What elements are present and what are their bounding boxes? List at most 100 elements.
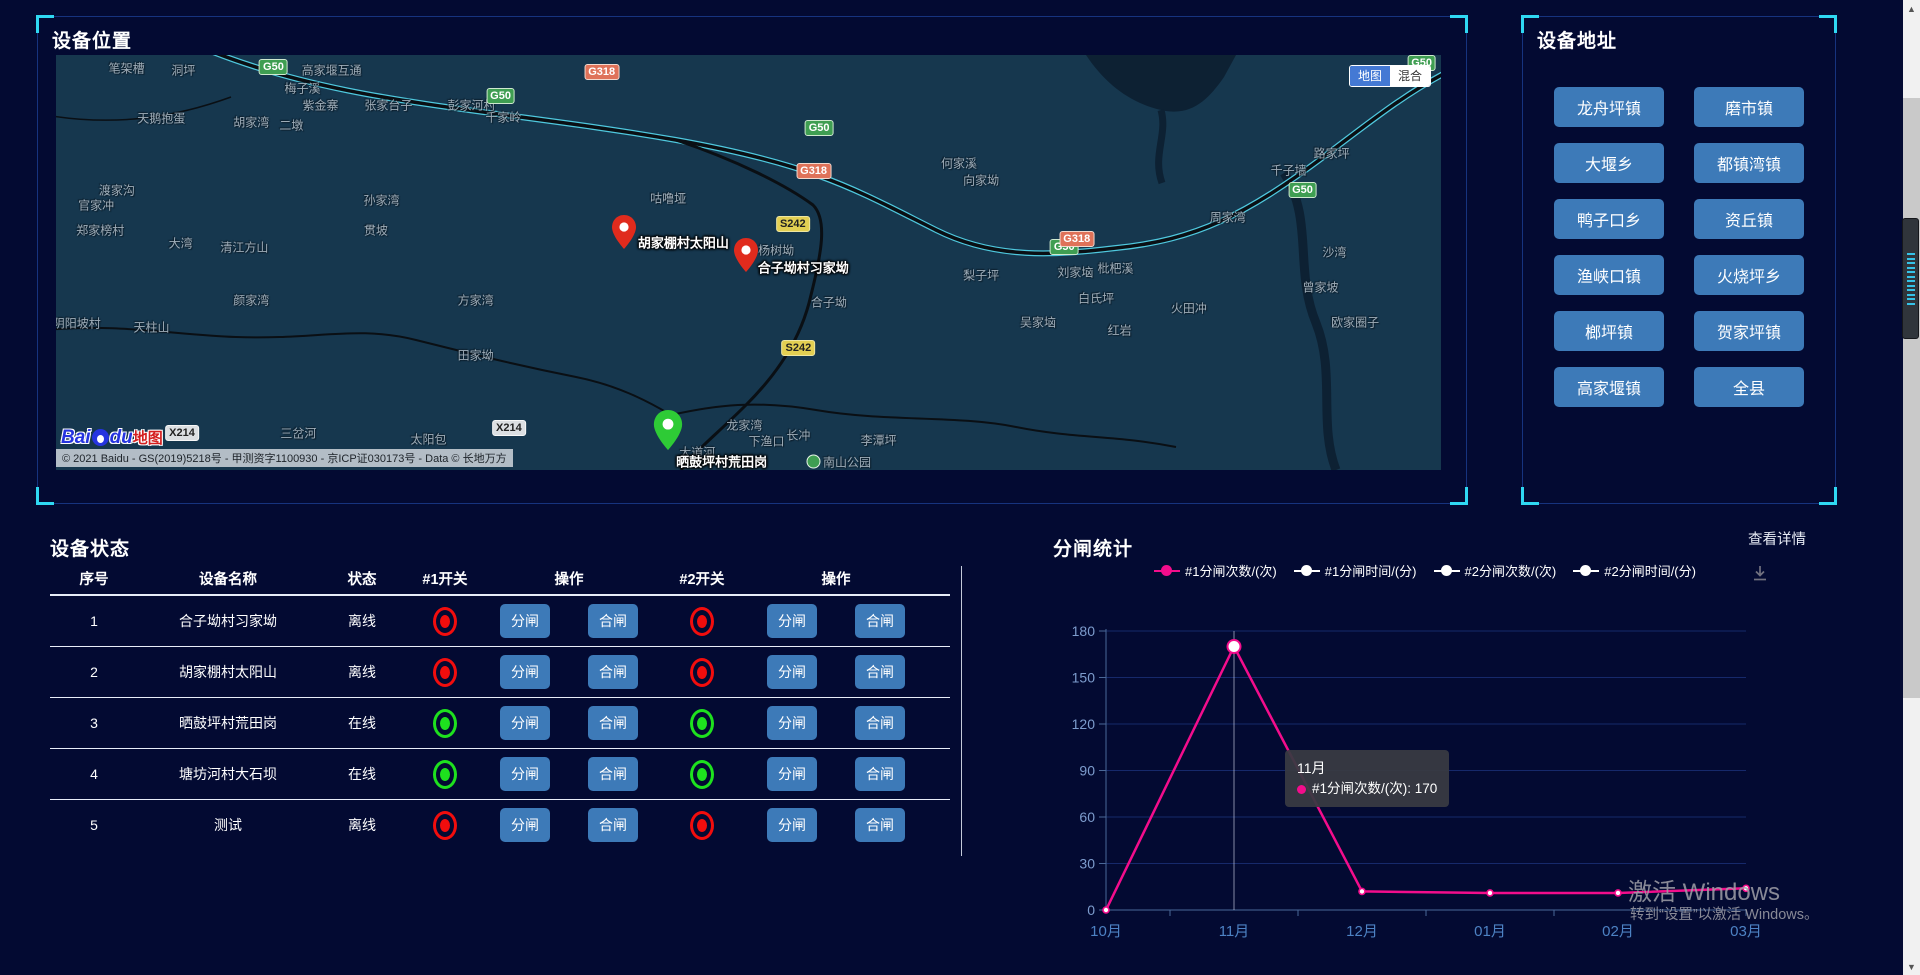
svg-text:180: 180: [1072, 623, 1095, 639]
close-switch-button[interactable]: 合闸: [855, 655, 905, 689]
map-type-hybrid[interactable]: 混合: [1390, 66, 1430, 86]
open-switch-button[interactable]: 分闸: [500, 706, 550, 740]
corner-decoration: [36, 487, 54, 505]
close-switch-button[interactable]: 合闸: [588, 655, 638, 689]
close-switch-button[interactable]: 合闸: [588, 757, 638, 791]
scrollbar-down-arrow[interactable]: ▼: [1903, 958, 1920, 975]
legend-label: #2分闸次数/(次): [1465, 561, 1557, 580]
map-place-label: 洞坪: [171, 61, 195, 78]
open-switch-button[interactable]: 分闸: [767, 808, 817, 842]
scrollbar-widget[interactable]: [1902, 218, 1919, 339]
map-place-label: 笔架槽: [109, 59, 145, 76]
map-place-label: 路家坪: [1314, 144, 1350, 161]
address-button-贺家坪镇[interactable]: 贺家坪镇: [1694, 311, 1804, 351]
open-switch-button[interactable]: 分闸: [767, 655, 817, 689]
close-switch-button[interactable]: 合闸: [588, 706, 638, 740]
address-button-火烧坪乡[interactable]: 火烧坪乡: [1694, 255, 1804, 295]
operation-cell: 分闸 合闸: [750, 808, 922, 842]
legend-item[interactable]: #1分闸次数/(次): [1154, 561, 1277, 580]
device-name: 晒鼓坪村荒田岗: [138, 713, 318, 733]
close-switch-button[interactable]: 合闸: [588, 604, 638, 638]
open-switch-button[interactable]: 分闸: [767, 706, 817, 740]
close-switch-button[interactable]: 合闸: [855, 757, 905, 791]
address-button-渔峡口镇[interactable]: 渔峡口镇: [1554, 255, 1664, 295]
map-type-toggle[interactable]: 地图 混合: [1349, 65, 1431, 87]
map-pin-晒鼓坪村荒田岗[interactable]: [653, 410, 684, 455]
map-place-label: 紫金寨: [303, 96, 339, 113]
device-name: 胡家棚村太阳山: [138, 662, 318, 682]
address-button-磨市镇[interactable]: 磨市镇: [1694, 87, 1804, 127]
close-switch-button[interactable]: 合闸: [855, 706, 905, 740]
device-name: 合子坳村习家坳: [138, 611, 318, 631]
switch-indicator-red: [690, 658, 714, 687]
close-switch-button[interactable]: 合闸: [855, 604, 905, 638]
device-status: 在线: [318, 764, 406, 784]
corner-decoration: [1819, 487, 1837, 505]
svg-text:01月: 01月: [1474, 923, 1506, 940]
open-switch-button[interactable]: 分闸: [767, 604, 817, 638]
legend-label: #2分闸时间/(分): [1604, 561, 1696, 580]
baidu-paw-icon: [92, 429, 109, 446]
svg-text:03月: 03月: [1730, 923, 1762, 940]
switch-indicator-green: [433, 709, 457, 738]
operation-cell: 分闸 合闸: [750, 706, 922, 740]
close-switch-button[interactable]: 合闸: [855, 808, 905, 842]
map-place-label: 方家湾: [458, 291, 494, 308]
address-button-龙舟坪镇[interactable]: 龙舟坪镇: [1554, 87, 1664, 127]
legend-label: #1分闸时间/(分): [1325, 561, 1417, 580]
address-button-都镇湾镇[interactable]: 都镇湾镇: [1694, 143, 1804, 183]
switch-indicator-red: [433, 811, 457, 840]
map-place-label: 阴阳坡村: [56, 315, 101, 332]
open-switch-button[interactable]: 分闸: [767, 757, 817, 791]
map-type-map[interactable]: 地图: [1350, 66, 1390, 86]
map-place-label: 欧家圈子: [1331, 313, 1379, 330]
map-place-label: 颜家湾: [233, 291, 269, 308]
scrollbar-thumb[interactable]: [1903, 98, 1920, 698]
legend-marker-icon: [1294, 565, 1320, 576]
map-place-label: 梅子溪: [285, 80, 321, 97]
map-place-label: 天柱山: [134, 318, 170, 335]
address-button-大堰乡[interactable]: 大堰乡: [1554, 143, 1664, 183]
open-switch-button[interactable]: 分闸: [500, 604, 550, 638]
view-details-link[interactable]: 查看详情: [1748, 528, 1806, 549]
map-pin-合子坳村习家坳[interactable]: [733, 238, 759, 277]
map-place-label: 火田冲: [1171, 300, 1207, 317]
map-place-label: 杨树坳: [758, 242, 794, 259]
map-place-label: 太阳包: [411, 430, 447, 447]
svg-text:120: 120: [1072, 716, 1095, 732]
switch-indicator-red: [690, 607, 714, 636]
close-switch-button[interactable]: 合闸: [588, 808, 638, 842]
map-place-label: 吴家垴: [1020, 313, 1056, 330]
baidu-map[interactable]: 笔架槽洞坪天鹅抱蛋胡家湾高家堰互通梅子溪紫金寨二墩张家台子彭家河村千家岭咕噜垭杨…: [56, 55, 1441, 470]
tooltip-series-dot: [1297, 785, 1306, 794]
column-header-#2开关: #2开关: [654, 568, 750, 589]
device-status: 离线: [318, 662, 406, 682]
address-button-鸭子口乡[interactable]: 鸭子口乡: [1554, 199, 1664, 239]
open-switch-button[interactable]: 分闸: [500, 808, 550, 842]
address-button-全县[interactable]: 全县: [1694, 367, 1804, 407]
road-badge-G318: G318: [584, 64, 619, 80]
row-number: 5: [50, 817, 138, 833]
address-button-高家堰镇[interactable]: 高家堰镇: [1554, 367, 1664, 407]
table-row: 4塘坊河村大石坝在线分闸合闸分闸合闸: [50, 749, 950, 800]
table-row: 5测试离线分闸合闸分闸合闸: [50, 800, 950, 850]
table-row: 2胡家棚村太阳山离线分闸合闸分闸合闸: [50, 647, 950, 698]
open-switch-button[interactable]: 分闸: [500, 757, 550, 791]
svg-text:90: 90: [1079, 763, 1095, 779]
legend-item[interactable]: #2分闸次数/(次): [1434, 561, 1557, 580]
road-badge-S242: S242: [782, 340, 816, 356]
open-switch-button[interactable]: 分闸: [500, 655, 550, 689]
map-place-label: 梨子坪: [963, 266, 999, 283]
map-place-label: 沙湾: [1322, 244, 1346, 261]
map-place-label: 周家湾: [1210, 208, 1246, 225]
operation-cell: 分闸 合闸: [750, 604, 922, 638]
legend-item[interactable]: #1分闸时间/(分): [1294, 561, 1417, 580]
road-badge-G318: G318: [1059, 231, 1094, 247]
map-place-label: 官家冲: [78, 196, 114, 213]
device-location-title: 设备位置: [52, 26, 132, 53]
legend-item[interactable]: #2分闸时间/(分): [1573, 561, 1696, 580]
address-button-榔坪镇[interactable]: 榔坪镇: [1554, 311, 1664, 351]
map-pin-胡家棚村太阳山[interactable]: [611, 215, 637, 254]
address-button-资丘镇[interactable]: 资丘镇: [1694, 199, 1804, 239]
scrollbar-up-arrow[interactable]: ▲: [1903, 0, 1920, 17]
